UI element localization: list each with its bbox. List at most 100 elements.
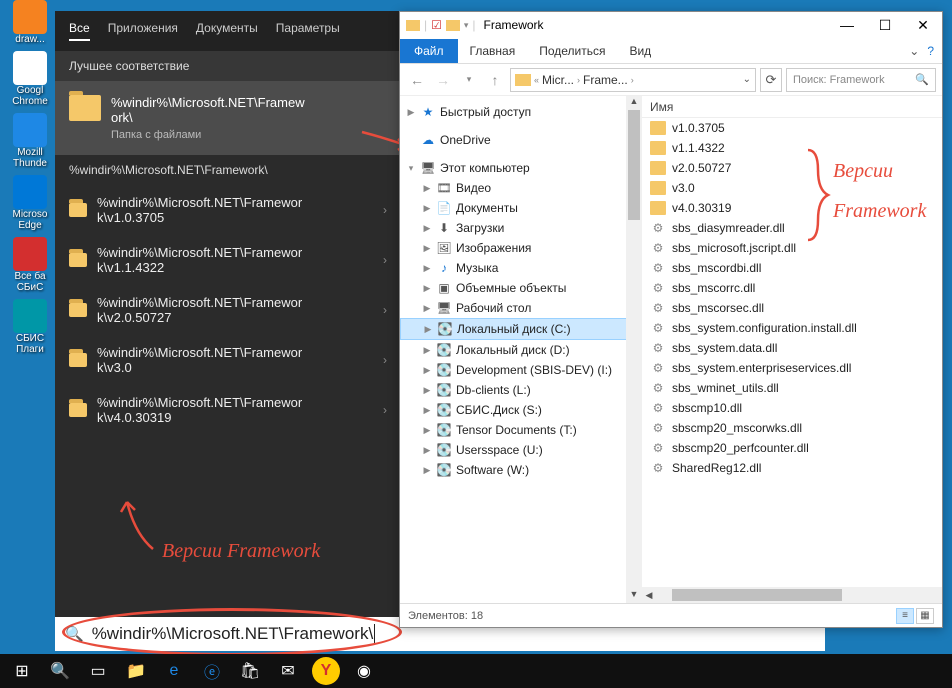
- tree-item[interactable]: ☁OneDrive: [400, 130, 641, 150]
- start-button[interactable]: ⊞: [8, 657, 36, 685]
- search-button[interactable]: 🔍: [46, 657, 74, 685]
- ie-taskbar[interactable]: ⓔ: [198, 657, 226, 685]
- mail-taskbar[interactable]: ✉: [274, 657, 302, 685]
- help-icon[interactable]: ?: [927, 44, 934, 58]
- tree-item[interactable]: ▶🎞Видео: [400, 178, 641, 198]
- ribbon-view[interactable]: Вид: [617, 39, 663, 63]
- file-item[interactable]: ⚙sbs_wminet_utils.dll: [642, 378, 942, 398]
- explorer-taskbar[interactable]: 📁: [122, 657, 150, 685]
- tree-item[interactable]: ▶🖥Рабочий стол: [400, 298, 641, 318]
- tree-item[interactable]: ▶💽Локальный диск (D:): [400, 340, 641, 360]
- view-icons-button[interactable]: ▦: [916, 608, 934, 624]
- start-tab[interactable]: Документы: [196, 21, 258, 41]
- qat-save-icon[interactable]: [446, 20, 460, 31]
- explorer-search[interactable]: Поиск: Framework 🔍: [786, 68, 936, 92]
- h-scrollbar[interactable]: ◀: [642, 587, 942, 603]
- tree-item[interactable]: ▶⬇Загрузки: [400, 218, 641, 238]
- file-item[interactable]: v1.1.4322: [642, 138, 942, 158]
- tree-arrow[interactable]: ▶: [422, 445, 432, 456]
- tree-arrow[interactable]: ▶: [422, 243, 432, 254]
- tree-item[interactable]: ▶💽Tensor Documents (T:): [400, 420, 641, 440]
- store-taskbar[interactable]: 🛍: [236, 657, 264, 685]
- tree-arrow[interactable]: ▶: [406, 107, 416, 118]
- tree-arrow[interactable]: ▶: [422, 263, 432, 274]
- tree-item[interactable]: ▶💽Software (W:): [400, 460, 641, 480]
- file-item[interactable]: ⚙sbs_system.data.dll: [642, 338, 942, 358]
- start-tab[interactable]: Параметры: [276, 21, 340, 41]
- crumb-1[interactable]: Micr...: [542, 73, 574, 87]
- tree-arrow[interactable]: ▶: [422, 223, 432, 234]
- ribbon-home[interactable]: Главная: [458, 39, 528, 63]
- tree-arrow[interactable]: ▶: [422, 283, 432, 294]
- desktop-icon[interactable]: Microso Edge: [8, 175, 52, 231]
- file-item[interactable]: ⚙sbs_system.enterpriseservices.dll: [642, 358, 942, 378]
- tree-scrollbar[interactable]: ▲▼: [626, 96, 642, 603]
- tree-item[interactable]: ▶💽Development (SBIS-DEV) (I:): [400, 360, 641, 380]
- refresh-button[interactable]: ⟳: [760, 68, 782, 92]
- desktop-icon[interactable]: Все ба СБиС: [8, 237, 52, 293]
- tree-arrow[interactable]: ▾: [406, 163, 416, 174]
- start-tab[interactable]: Приложения: [108, 21, 178, 41]
- tree-item[interactable]: ▶💽СБИС.Диск (S:): [400, 400, 641, 420]
- search-result[interactable]: %windir%\Microsoft.NET\Framewor k\v4.0.3…: [55, 385, 399, 435]
- tree-item[interactable]: ▶💽Локальный диск (C:): [400, 318, 641, 340]
- tree-arrow[interactable]: ▶: [422, 303, 432, 314]
- file-item[interactable]: v1.0.3705: [642, 118, 942, 138]
- minimize-button[interactable]: —: [834, 17, 860, 33]
- tree-arrow[interactable]: ▶: [422, 405, 432, 416]
- file-item[interactable]: v3.0: [642, 178, 942, 198]
- yandex-taskbar[interactable]: Y: [312, 657, 340, 685]
- tree-arrow[interactable]: ▶: [422, 425, 432, 436]
- tree-arrow[interactable]: ▶: [422, 203, 432, 214]
- forward-button[interactable]: →: [432, 72, 454, 88]
- tree-arrow[interactable]: ▶: [422, 345, 432, 356]
- file-item[interactable]: ⚙sbscmp20_mscorwks.dll: [642, 418, 942, 438]
- ribbon-share[interactable]: Поделиться: [527, 39, 617, 63]
- chrome-taskbar[interactable]: ◉: [350, 657, 378, 685]
- tree-item[interactable]: ▶★Быстрый доступ: [400, 102, 641, 122]
- desktop-icon[interactable]: Mozill Thunde: [8, 113, 52, 169]
- view-details-button[interactable]: ≡: [896, 608, 914, 624]
- ribbon-file[interactable]: Файл: [400, 39, 458, 63]
- column-name[interactable]: Имя: [642, 96, 942, 118]
- tree-arrow[interactable]: ▶: [422, 465, 432, 476]
- back-button[interactable]: ←: [406, 72, 428, 88]
- tree-item[interactable]: ▶💽Usersspace (U:): [400, 440, 641, 460]
- desktop-icon[interactable]: СБИС Плаги: [8, 299, 52, 355]
- ribbon-collapse-icon[interactable]: ⌄: [909, 44, 919, 58]
- start-tab[interactable]: Все: [69, 21, 90, 41]
- close-button[interactable]: ✕: [910, 17, 936, 34]
- search-result[interactable]: %windir%\Microsoft.NET\Framewor k\v1.1.4…: [55, 235, 399, 285]
- address-dropdown[interactable]: ⌄: [743, 74, 751, 85]
- desktop-icon[interactable]: Googl Chrome: [8, 51, 52, 107]
- tree-arrow[interactable]: ▶: [422, 385, 432, 396]
- address-bar[interactable]: « Micr... › Frame... › ⌄: [510, 68, 756, 92]
- file-item[interactable]: ⚙sbscmp20_perfcounter.dll: [642, 438, 942, 458]
- tree-item[interactable]: ▶🖼Изображения: [400, 238, 641, 258]
- tree-item[interactable]: ▶📄Документы: [400, 198, 641, 218]
- tree-item[interactable]: ▶💽Db-clients (L:): [400, 380, 641, 400]
- tree-item[interactable]: ▾🖥Этот компьютер: [400, 158, 641, 178]
- file-item[interactable]: ⚙sbs_system.configuration.install.dll: [642, 318, 942, 338]
- file-item[interactable]: ⚙sbs_microsoft.jscript.dll: [642, 238, 942, 258]
- recent-dropdown[interactable]: ▾: [458, 74, 480, 85]
- file-item[interactable]: ⚙sbscmp10.dll: [642, 398, 942, 418]
- edge-taskbar[interactable]: e: [160, 657, 188, 685]
- up-button[interactable]: ↑: [484, 72, 506, 88]
- file-item[interactable]: v2.0.50727: [642, 158, 942, 178]
- desktop-icon[interactable]: draw...: [8, 0, 52, 45]
- qat-dropdown[interactable]: ▾: [464, 20, 469, 31]
- tree-item[interactable]: ▶♪Музыка: [400, 258, 641, 278]
- tree-arrow[interactable]: ▶: [423, 324, 433, 335]
- tree-arrow[interactable]: ▶: [422, 183, 432, 194]
- search-result[interactable]: %windir%\Microsoft.NET\Framewor k\v1.0.3…: [55, 185, 399, 235]
- window-titlebar[interactable]: | ☑ ▾ | Framework — ☐ ✕: [400, 12, 942, 38]
- tree-item[interactable]: ▶▣Объемные объекты: [400, 278, 641, 298]
- qat-check-icon[interactable]: ☑: [431, 18, 442, 32]
- best-match-result[interactable]: %windir%\Microsoft.NET\Framew ork\ Папка…: [55, 81, 399, 155]
- search-result[interactable]: %windir%\Microsoft.NET\Framewor k\v2.0.5…: [55, 285, 399, 335]
- maximize-button[interactable]: ☐: [872, 17, 898, 34]
- crumb-2[interactable]: Frame...: [583, 73, 628, 87]
- file-item[interactable]: ⚙sbs_mscordbi.dll: [642, 258, 942, 278]
- file-item[interactable]: ⚙SharedReg12.dll: [642, 458, 942, 478]
